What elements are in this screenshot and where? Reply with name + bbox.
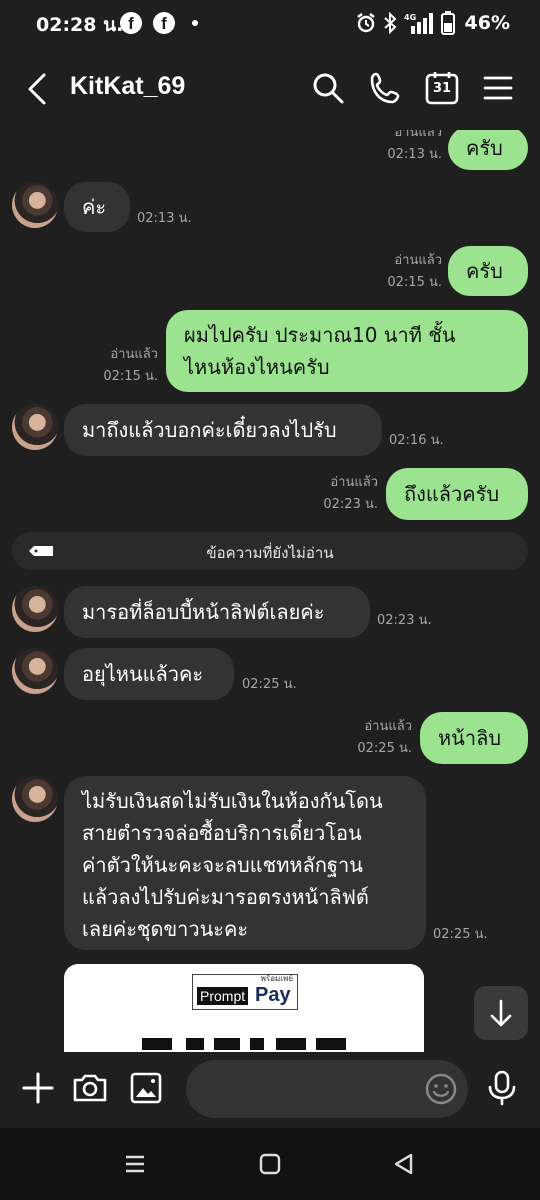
message-line: ไหนห้องไหนครับ	[184, 355, 330, 379]
plus-icon[interactable]	[18, 1068, 58, 1108]
facebook-icon: f	[120, 12, 142, 34]
message-line: แล้วลงไปรับค่ะมารอตรงหน้าลิฟต์	[82, 885, 369, 909]
incoming-message[interactable]: มารอที่ล็อบบี้หน้าลิฟต์เลยค่ะ	[64, 586, 370, 638]
incoming-message[interactable]: ไม่รับเงินสดไม่รับเงินในห้องกันโดน สายตำ…	[64, 776, 426, 950]
search-icon[interactable]	[310, 70, 346, 106]
camera-icon[interactable]	[70, 1068, 110, 1108]
incoming-message[interactable]: อยุไหนแล้วคะ	[64, 648, 234, 700]
network-label: 4G	[404, 13, 416, 22]
message-time: 02:25 น.	[242, 677, 297, 692]
message-input[interactable]	[186, 1060, 468, 1118]
promptpay-logo-pay: Pay	[255, 984, 291, 1006]
alarm-icon	[356, 13, 375, 33]
read-receipt: อ่านแล้ว	[394, 253, 442, 268]
menu-icon[interactable]	[480, 70, 516, 106]
qr-code-fragment	[214, 1038, 240, 1050]
message-list[interactable]: อ่านแล้ว 02:13 น. ครับ ค่ะ 02:13 น. อ่าน…	[0, 130, 540, 1052]
message-time: 02:13 น.	[137, 211, 192, 226]
message-time: 02:16 น.	[389, 433, 444, 448]
avatar[interactable]	[12, 404, 58, 450]
signal-icon: 4G	[404, 13, 433, 34]
outgoing-message[interactable]: ผมไปครับ ประมาณ10 นาที ชั้น ไหนห้องไหนคร…	[166, 310, 528, 392]
message-text: ถึงแล้วครับ	[404, 482, 500, 506]
message-time: 02:15 น.	[387, 275, 442, 290]
phone-icon[interactable]	[368, 70, 404, 106]
message-input-bar	[0, 1052, 540, 1128]
message-line: ไม่รับเงินสดไม่รับเงินในห้องกันโดน	[82, 789, 383, 813]
notification-dot-icon	[192, 20, 198, 26]
message-line: เลยค่ะชุดขาวนะคะ	[82, 917, 249, 941]
outgoing-message[interactable]: ถึงแล้วครับ	[386, 468, 528, 520]
read-receipt: อ่านแล้ว	[330, 475, 378, 490]
message-time: 02:13 น.	[387, 147, 442, 162]
message-text: ครับ	[466, 259, 503, 283]
message-time: 02:15 น.	[103, 369, 158, 384]
status-icons: 4G 46%	[355, 10, 510, 36]
qr-code-fragment	[276, 1038, 306, 1050]
calendar-day: 31	[432, 81, 452, 96]
chat-header: KitKat_69 31	[0, 48, 540, 130]
qr-code-fragment	[250, 1038, 264, 1050]
qr-code-fragment	[186, 1038, 204, 1050]
back-icon[interactable]	[24, 72, 54, 106]
incoming-message[interactable]: มาถึงแล้วบอกค่ะเดี๋ยวลงไปรับ	[64, 404, 382, 456]
back-nav-icon[interactable]	[392, 1152, 416, 1176]
arrow-down-icon	[490, 999, 512, 1027]
unread-divider: ข้อความที่ยังไม่อ่าน	[12, 532, 528, 570]
read-receipt: อ่านแล้ว	[394, 130, 442, 140]
message-text: อยุไหนแล้วคะ	[82, 662, 204, 686]
bluetooth-icon	[383, 12, 396, 34]
promptpay-qr-image[interactable]: พร้อมเพย์ Prompt Pay	[64, 964, 424, 1052]
image-icon[interactable]	[126, 1068, 166, 1108]
incoming-message[interactable]: ค่ะ	[64, 182, 130, 232]
outgoing-message[interactable]: ครับ	[448, 130, 528, 170]
outgoing-message[interactable]: หน้าลิบ	[420, 712, 528, 764]
message-line: สายตำรวจล่อซื้อบริการเดี๋ยวโอน	[82, 821, 362, 845]
home-icon[interactable]	[258, 1152, 282, 1176]
promptpay-logo-prompt: Prompt	[197, 987, 249, 1005]
avatar[interactable]	[12, 776, 58, 822]
scroll-to-bottom-button[interactable]	[474, 986, 528, 1040]
message-time: 02:25 น.	[433, 927, 488, 942]
status-time: 02:28 น.	[36, 14, 124, 36]
read-receipt: อ่านแล้ว	[110, 347, 158, 362]
battery-percent: 46%	[464, 12, 510, 34]
message-time: 02:25 น.	[357, 741, 412, 756]
message-time: 02:23 น.	[323, 497, 378, 512]
emoji-icon[interactable]	[424, 1072, 458, 1106]
microphone-icon[interactable]	[482, 1068, 522, 1108]
message-time: 02:23 น.	[377, 613, 432, 628]
unread-divider-label: ข้อความที่ยังไม่อ่าน	[206, 544, 334, 562]
message-text: ค่ะ	[82, 195, 107, 219]
avatar[interactable]	[12, 182, 58, 228]
message-text: มาถึงแล้วบอกค่ะเดี๋ยวลงไปรับ	[82, 418, 337, 442]
message-text: มารอที่ล็อบบี้หน้าลิฟต์เลยค่ะ	[82, 600, 325, 624]
message-text: ครับ	[466, 136, 503, 160]
qr-code-fragment	[316, 1038, 346, 1050]
message-line: ค่าตัวให้นะคะจะลบแชทหลักฐาน	[82, 853, 363, 877]
chat-title[interactable]: KitKat_69	[70, 72, 185, 101]
message-line: ผมไปครับ ประมาณ10 นาที ชั้น	[184, 323, 456, 347]
qr-code-fragment	[142, 1038, 172, 1050]
outgoing-message[interactable]: ครับ	[448, 246, 528, 296]
avatar[interactable]	[12, 648, 58, 694]
battery-icon	[440, 11, 455, 35]
promptpay-logo: พร้อมเพย์ Prompt Pay	[192, 974, 298, 1010]
recent-apps-icon[interactable]	[123, 1152, 147, 1176]
facebook-icon: f	[153, 12, 175, 34]
status-bar: 02:28 น. f f 4G 46%	[0, 0, 540, 48]
message-text: หน้าลิบ	[438, 726, 502, 750]
system-nav-bar	[0, 1128, 540, 1200]
avatar[interactable]	[12, 586, 58, 632]
calendar-icon[interactable]: 31	[424, 70, 460, 106]
read-receipt: อ่านแล้ว	[364, 719, 412, 734]
